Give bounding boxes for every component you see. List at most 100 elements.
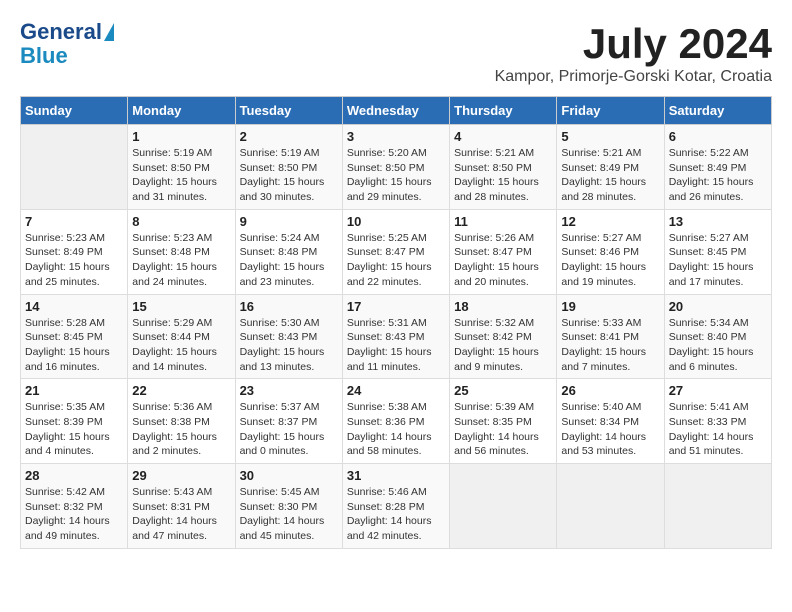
calendar-cell: 10 Sunrise: 5:25 AM Sunset: 8:47 PM Dayli… bbox=[342, 209, 449, 294]
day-number: 29 bbox=[132, 468, 230, 483]
calendar-cell: 24Sunrise: 5:38 AM Sunset: 8:36 PM Dayli… bbox=[342, 379, 449, 464]
day-number: 15 bbox=[132, 299, 230, 314]
day-info: Sunrise: 5:19 AM Sunset: 8:50 PM Dayligh… bbox=[240, 146, 338, 205]
day-info: Sunrise: 5:28 AM Sunset: 8:45 PM Dayligh… bbox=[25, 316, 123, 375]
day-number: 6 bbox=[669, 129, 767, 144]
logo-icon bbox=[104, 23, 114, 41]
day-info: Sunrise: 5:27 AM Sunset: 8:45 PM Dayligh… bbox=[669, 231, 767, 290]
column-header-thursday: Thursday bbox=[450, 97, 557, 125]
calendar-cell bbox=[664, 464, 771, 549]
day-info: Sunrise: 5:42 AM Sunset: 8:32 PM Dayligh… bbox=[25, 485, 123, 544]
day-info: Sunrise: 5:38 AM Sunset: 8:36 PM Dayligh… bbox=[347, 400, 445, 459]
day-info: Sunrise: 5:33 AM Sunset: 8:41 PM Dayligh… bbox=[561, 316, 659, 375]
day-info: Sunrise: 5:40 AM Sunset: 8:34 PM Dayligh… bbox=[561, 400, 659, 459]
day-info: Sunrise: 5:24 AM Sunset: 8:48 PM Dayligh… bbox=[240, 231, 338, 290]
day-number: 12 bbox=[561, 214, 659, 229]
day-info: Sunrise: 5:23 AM Sunset: 8:49 PM Dayligh… bbox=[25, 231, 123, 290]
calendar-week-row: 28 Sunrise: 5:42 AM Sunset: 8:32 PM Dayli… bbox=[21, 464, 772, 549]
day-number: 11 bbox=[454, 214, 552, 229]
day-info: Sunrise: 5:37 AM Sunset: 8:37 PM Dayligh… bbox=[240, 400, 338, 459]
day-info: Sunrise: 5:26 AM Sunset: 8:47 PM Dayligh… bbox=[454, 231, 552, 290]
calendar-week-row: 1 Sunrise: 5:19 AM Sunset: 8:50 PM Daylig… bbox=[21, 125, 772, 210]
day-info: Sunrise: 5:31 AM Sunset: 8:43 PM Dayligh… bbox=[347, 316, 445, 375]
day-number: 30 bbox=[240, 468, 338, 483]
calendar-cell: 16Sunrise: 5:30 AM Sunset: 8:43 PM Dayli… bbox=[235, 294, 342, 379]
column-header-sunday: Sunday bbox=[21, 97, 128, 125]
calendar-week-row: 7 Sunrise: 5:23 AM Sunset: 8:49 PM Daylig… bbox=[21, 209, 772, 294]
day-number: 1 bbox=[132, 129, 230, 144]
day-number: 14 bbox=[25, 299, 123, 314]
day-number: 13 bbox=[669, 214, 767, 229]
day-number: 7 bbox=[25, 214, 123, 229]
calendar-cell: 23 Sunrise: 5:37 AM Sunset: 8:37 PM Dayli… bbox=[235, 379, 342, 464]
calendar-cell: 30 Sunrise: 5:45 AM Sunset: 8:30 PM Dayli… bbox=[235, 464, 342, 549]
calendar-cell: 7 Sunrise: 5:23 AM Sunset: 8:49 PM Daylig… bbox=[21, 209, 128, 294]
calendar-cell: 11 Sunrise: 5:26 AM Sunset: 8:47 PM Dayli… bbox=[450, 209, 557, 294]
calendar-cell: 17Sunrise: 5:31 AM Sunset: 8:43 PM Dayli… bbox=[342, 294, 449, 379]
day-number: 25 bbox=[454, 383, 552, 398]
day-info: Sunrise: 5:21 AM Sunset: 8:50 PM Dayligh… bbox=[454, 146, 552, 205]
day-info: Sunrise: 5:21 AM Sunset: 8:49 PM Dayligh… bbox=[561, 146, 659, 205]
logo-general: General bbox=[20, 20, 102, 44]
calendar-cell: 3 Sunrise: 5:20 AM Sunset: 8:50 PM Daylig… bbox=[342, 125, 449, 210]
calendar-cell: 15Sunrise: 5:29 AM Sunset: 8:44 PM Dayli… bbox=[128, 294, 235, 379]
day-info: Sunrise: 5:32 AM Sunset: 8:42 PM Dayligh… bbox=[454, 316, 552, 375]
day-number: 28 bbox=[25, 468, 123, 483]
day-number: 8 bbox=[132, 214, 230, 229]
day-info: Sunrise: 5:27 AM Sunset: 8:46 PM Dayligh… bbox=[561, 231, 659, 290]
calendar-cell: 27Sunrise: 5:41 AM Sunset: 8:33 PM Dayli… bbox=[664, 379, 771, 464]
calendar-week-row: 21Sunrise: 5:35 AM Sunset: 8:39 PM Dayli… bbox=[21, 379, 772, 464]
day-number: 22 bbox=[132, 383, 230, 398]
calendar-cell: 20 Sunrise: 5:34 AM Sunset: 8:40 PM Dayli… bbox=[664, 294, 771, 379]
calendar-cell: 28 Sunrise: 5:42 AM Sunset: 8:32 PM Dayli… bbox=[21, 464, 128, 549]
day-number: 21 bbox=[25, 383, 123, 398]
month-title: July 2024 bbox=[495, 20, 772, 68]
day-number: 26 bbox=[561, 383, 659, 398]
day-number: 2 bbox=[240, 129, 338, 144]
column-header-monday: Monday bbox=[128, 97, 235, 125]
day-info: Sunrise: 5:30 AM Sunset: 8:43 PM Dayligh… bbox=[240, 316, 338, 375]
day-number: 18 bbox=[454, 299, 552, 314]
calendar-cell: 5 Sunrise: 5:21 AM Sunset: 8:49 PM Daylig… bbox=[557, 125, 664, 210]
calendar-cell: 2 Sunrise: 5:19 AM Sunset: 8:50 PM Daylig… bbox=[235, 125, 342, 210]
day-number: 20 bbox=[669, 299, 767, 314]
calendar-cell: 1 Sunrise: 5:19 AM Sunset: 8:50 PM Daylig… bbox=[128, 125, 235, 210]
day-info: Sunrise: 5:20 AM Sunset: 8:50 PM Dayligh… bbox=[347, 146, 445, 205]
calendar-cell bbox=[450, 464, 557, 549]
calendar-cell: 12 Sunrise: 5:27 AM Sunset: 8:46 PM Dayli… bbox=[557, 209, 664, 294]
day-info: Sunrise: 5:25 AM Sunset: 8:47 PM Dayligh… bbox=[347, 231, 445, 290]
column-header-saturday: Saturday bbox=[664, 97, 771, 125]
calendar-cell: 8Sunrise: 5:23 AM Sunset: 8:48 PM Daylig… bbox=[128, 209, 235, 294]
calendar-table: SundayMondayTuesdayWednesdayThursdayFrid… bbox=[20, 96, 772, 549]
day-number: 23 bbox=[240, 383, 338, 398]
calendar-cell: 26 Sunrise: 5:40 AM Sunset: 8:34 PM Dayli… bbox=[557, 379, 664, 464]
logo-blue: Blue bbox=[20, 44, 68, 68]
day-info: Sunrise: 5:45 AM Sunset: 8:30 PM Dayligh… bbox=[240, 485, 338, 544]
day-info: Sunrise: 5:34 AM Sunset: 8:40 PM Dayligh… bbox=[669, 316, 767, 375]
day-number: 10 bbox=[347, 214, 445, 229]
day-number: 31 bbox=[347, 468, 445, 483]
calendar-cell: 29 Sunrise: 5:43 AM Sunset: 8:31 PM Dayli… bbox=[128, 464, 235, 549]
calendar-cell: 19 Sunrise: 5:33 AM Sunset: 8:41 PM Dayli… bbox=[557, 294, 664, 379]
day-info: Sunrise: 5:36 AM Sunset: 8:38 PM Dayligh… bbox=[132, 400, 230, 459]
day-info: Sunrise: 5:22 AM Sunset: 8:49 PM Dayligh… bbox=[669, 146, 767, 205]
calendar-cell: 18 Sunrise: 5:32 AM Sunset: 8:42 PM Dayli… bbox=[450, 294, 557, 379]
calendar-header-row: SundayMondayTuesdayWednesdayThursdayFrid… bbox=[21, 97, 772, 125]
day-info: Sunrise: 5:39 AM Sunset: 8:35 PM Dayligh… bbox=[454, 400, 552, 459]
day-info: Sunrise: 5:19 AM Sunset: 8:50 PM Dayligh… bbox=[132, 146, 230, 205]
calendar-cell: 22 Sunrise: 5:36 AM Sunset: 8:38 PM Dayli… bbox=[128, 379, 235, 464]
calendar-week-row: 14 Sunrise: 5:28 AM Sunset: 8:45 PM Dayli… bbox=[21, 294, 772, 379]
day-number: 4 bbox=[454, 129, 552, 144]
day-number: 9 bbox=[240, 214, 338, 229]
location-title: Kampor, Primorje-Gorski Kotar, Croatia bbox=[495, 68, 772, 86]
calendar-cell: 21Sunrise: 5:35 AM Sunset: 8:39 PM Dayli… bbox=[21, 379, 128, 464]
day-info: Sunrise: 5:43 AM Sunset: 8:31 PM Dayligh… bbox=[132, 485, 230, 544]
day-number: 19 bbox=[561, 299, 659, 314]
logo: General Blue bbox=[20, 20, 114, 68]
calendar-cell: 4 Sunrise: 5:21 AM Sunset: 8:50 PM Daylig… bbox=[450, 125, 557, 210]
title-section: July 2024 Kampor, Primorje-Gorski Kotar,… bbox=[495, 20, 772, 86]
calendar-cell bbox=[21, 125, 128, 210]
day-number: 5 bbox=[561, 129, 659, 144]
calendar-cell: 9 Sunrise: 5:24 AM Sunset: 8:48 PM Daylig… bbox=[235, 209, 342, 294]
day-number: 3 bbox=[347, 129, 445, 144]
